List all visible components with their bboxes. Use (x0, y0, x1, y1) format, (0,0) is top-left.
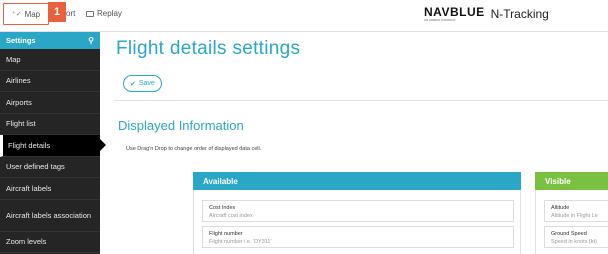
logo-text: NAVBLUE (424, 5, 485, 19)
step-badge: 1 (48, 2, 66, 22)
save-button-label: Save (138, 80, 155, 87)
sidebar-item-airlines[interactable]: Airlines (0, 71, 100, 92)
sidebar-item-flight-list[interactable]: Flight list (0, 114, 100, 135)
visible-panel: Altitude Altitude in Flight Le Ground Sp… (535, 190, 608, 254)
top-bar: ⁺✓ Map 1 ort Replay NAVBLUE AN AIRBUS CO… (0, 0, 608, 32)
logo-subtext: AN AIRBUS COMPANY (424, 18, 456, 22)
sidebar-item-label: Airlines (6, 76, 31, 86)
data-cell-title: Cost Index (209, 205, 236, 211)
sidebar-item-flight-details[interactable]: Flight details (0, 135, 100, 157)
data-cell-altitude[interactable]: Altitude Altitude in Flight Le (544, 200, 608, 222)
main-content: Flight details settings ✔ Save Displayed… (100, 32, 608, 254)
sidebar-item-label: Flight details (8, 140, 51, 150)
sidebar-item-user-defined-tags[interactable]: User defined tags (0, 157, 100, 178)
drag-hint: Use Drag'n Drop to change order of displ… (126, 146, 262, 152)
tab-map[interactable]: ⁺✓ Map (3, 3, 50, 25)
sidebar-item-aircraft-labels[interactable]: Aircraft labels (0, 178, 100, 200)
map-marker-icon: ⁺✓ (12, 11, 22, 18)
tab-replay[interactable]: Replay (86, 9, 122, 18)
data-cell-desc: Flight number i.e. 'DY311' (209, 239, 272, 245)
section-title: Displayed Information (118, 118, 244, 133)
divider (114, 100, 608, 101)
data-cell-desc: Speed in knots (kt) (551, 239, 597, 245)
pin-icon[interactable]: ⚲ (88, 36, 94, 45)
sidebar-item-label: Aircraft labels association (6, 210, 92, 220)
save-button[interactable]: ✔ Save (123, 75, 162, 92)
sidebar-item-label: Zoom levels (6, 237, 47, 247)
sidebar-item-label: Map (6, 54, 21, 64)
data-cell-cost-index[interactable]: Cost Index Aircraft cost index (202, 200, 514, 222)
tab-map-label: Map (24, 9, 41, 19)
data-cell-ground-speed[interactable]: Ground Speed Speed in knots (kt) (544, 226, 608, 248)
data-cell-title: Ground Speed (551, 231, 587, 237)
data-cell-desc: Aircraft cost index (209, 213, 253, 219)
sidebar-item-map[interactable]: Map (0, 49, 100, 71)
sidebar-item-aircraft-labels-association[interactable]: Aircraft labels association (0, 200, 100, 232)
page-title: Flight details settings (116, 38, 301, 59)
navblue-logo: NAVBLUE AN AIRBUS COMPANY (424, 6, 485, 22)
sidebar-item-airports[interactable]: Airports (0, 92, 100, 114)
available-panel-header: Available (193, 172, 521, 190)
sidebar-item-label: Aircraft labels (6, 183, 52, 193)
sidebar-item-label: User defined tags (6, 162, 65, 172)
sidebar-header: Settings ⚲ (0, 32, 100, 49)
data-cell-flight-number[interactable]: Flight number Flight number i.e. 'DY311' (202, 226, 514, 248)
tab-replay-label: Replay (97, 9, 122, 18)
check-icon: ✔ (130, 80, 136, 88)
available-panel: Cost Index Aircraft cost index Flight nu… (193, 190, 521, 254)
tab-report[interactable]: ort (66, 9, 75, 18)
replay-icon (86, 10, 94, 17)
tab-report-label: ort (66, 9, 76, 18)
sidebar-item-zoom-levels[interactable]: Zoom levels (0, 232, 100, 253)
sidebar-item-label: Airports (6, 97, 32, 107)
brand: NAVBLUE AN AIRBUS COMPANY N-Tracking (424, 6, 549, 22)
visible-panel-header: Visible (535, 172, 608, 190)
sidebar-title: Settings (6, 36, 36, 45)
data-cell-desc: Altitude in Flight Le (551, 213, 598, 219)
data-cell-title: Altitude (551, 205, 570, 211)
data-cell-title: Flight number (209, 231, 243, 237)
sidebar-item-label: Flight list (6, 119, 36, 129)
sidebar: Settings ⚲ Map Airlines Airports Flight … (0, 32, 100, 254)
product-name: N-Tracking (490, 7, 549, 21)
